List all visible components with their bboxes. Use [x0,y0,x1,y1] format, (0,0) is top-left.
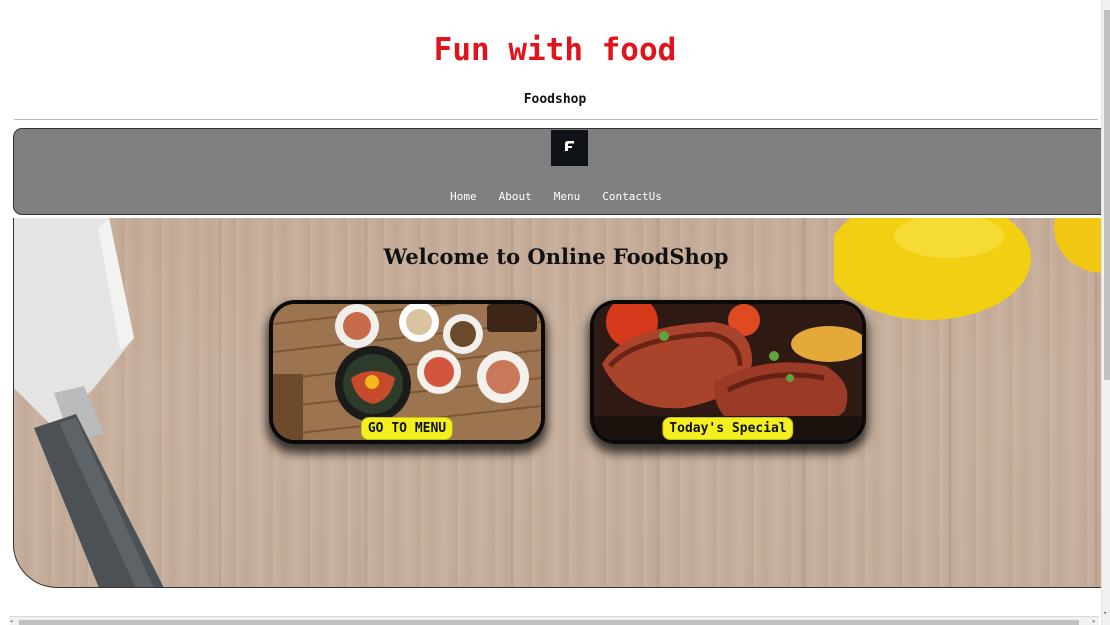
nav-link-contactus[interactable]: ContactUs [602,190,662,204]
page: Fun with food Foodshop Home About Menu C… [0,0,1110,625]
nav-link-about[interactable]: About [499,190,532,204]
menu-card[interactable]: GO TO MENU [273,304,541,440]
navbar: Home About Menu ContactUs [13,128,1110,215]
vertical-scrollbar[interactable] [1101,0,1110,625]
site-title: Fun with food [433,32,677,68]
horizontal-scroll-thumb[interactable] [19,620,1079,625]
horizontal-scrollbar[interactable] [9,616,1099,625]
vertical-scroll-thumb[interactable] [1104,10,1110,380]
nav-links: Home About Menu ContactUs [14,190,1098,204]
site-subtitle: Foodshop [523,92,587,107]
hero-banner: Welcome to Online FoodShop GO TO MENU To… [13,218,1110,588]
brand-logo[interactable] [551,130,588,166]
scroll-down-arrow-icon[interactable]: ▾ [1103,610,1107,617]
go-to-menu-label: GO TO MENU [360,417,454,440]
todays-special-label: Today's Special [662,417,794,440]
header-divider [14,119,1098,120]
todays-special-card[interactable]: Today's Special [594,304,862,440]
hero-heading: Welcome to Online FoodShop [383,244,729,269]
brand-logo-icon [565,141,574,151]
nav-link-home[interactable]: Home [450,190,477,204]
scroll-right-arrow-icon[interactable]: ▸ [1092,618,1096,625]
scroll-left-arrow-icon[interactable]: ◂ [9,618,13,625]
nav-link-menu[interactable]: Menu [554,190,581,204]
